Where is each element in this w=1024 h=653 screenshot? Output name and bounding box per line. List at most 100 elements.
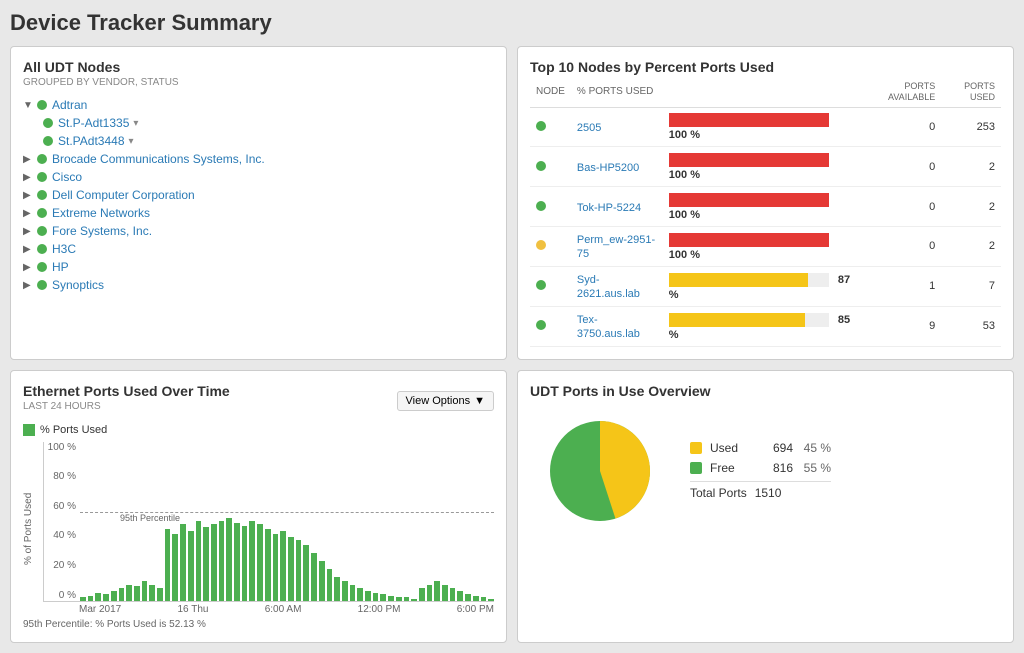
status-cell: [530, 107, 571, 147]
tree-node-label[interactable]: Brocade Communications Systems, Inc.: [52, 152, 265, 166]
tree-node-label[interactable]: HP: [52, 260, 69, 274]
udt-ports-title: UDT Ports in Use Overview: [530, 383, 1001, 399]
view-options-button[interactable]: View Options ▼: [397, 391, 495, 411]
ports-used-cell: 53: [941, 306, 1001, 346]
bar: [111, 591, 117, 601]
y-axis-tick: 60 %: [53, 501, 76, 512]
ethernet-ports-card: Ethernet Ports Used Over Time LAST 24 HO…: [10, 370, 507, 643]
tree-node-label[interactable]: Synoptics: [52, 278, 104, 292]
pie-legend-dot-icon: [690, 462, 702, 474]
node-name-cell[interactable]: Tok-HP-5224: [571, 187, 663, 227]
col-available: PORTS AVAILABLE: [862, 77, 941, 107]
progress-bar-cell: 85 %: [663, 306, 862, 346]
tree-node-label[interactable]: Cisco: [52, 170, 82, 184]
pie-section: Used69445 %Free81655 %Total Ports1510: [530, 401, 1001, 541]
bar: [196, 521, 202, 601]
pct-label: 100 %: [669, 129, 700, 141]
progress-bar-cell: 87 %: [663, 266, 862, 306]
bar: [165, 529, 171, 601]
node-name-link[interactable]: Perm_ew-2951-75: [577, 234, 655, 260]
status-cell: [530, 306, 571, 346]
node-name-link[interactable]: Tex-3750.aus.lab: [577, 314, 640, 340]
tree-child-label[interactable]: St.P-Adt1335: [58, 116, 129, 130]
tree-node-label[interactable]: Extreme Networks: [52, 206, 150, 220]
pie-legend-pct: 45 %: [801, 441, 831, 455]
bar: [434, 581, 440, 600]
tree-arrow-icon: ▶: [23, 226, 37, 237]
table-row: Tok-HP-5224 100 %02: [530, 187, 1001, 227]
tree-node-label[interactable]: Adtran: [52, 98, 87, 112]
tree-node-label[interactable]: Dell Computer Corporation: [52, 188, 195, 202]
legend-box-icon: [23, 424, 35, 436]
node-name-link[interactable]: 2505: [577, 122, 601, 134]
table-row: 2505 100 %0253: [530, 107, 1001, 147]
ports-available-cell: 0: [862, 187, 941, 227]
table-row: Perm_ew-2951-75 100 %02: [530, 227, 1001, 267]
tree-node-3[interactable]: ▶Dell Computer Corporation: [23, 186, 494, 204]
node-name-cell[interactable]: Bas-HP5200: [571, 147, 663, 187]
bar: [303, 545, 309, 601]
node-name-cell[interactable]: Tex-3750.aus.lab: [571, 306, 663, 346]
top10-nodes-card: Top 10 Nodes by Percent Ports Used NODE …: [517, 46, 1014, 360]
bar: [473, 596, 479, 601]
node-name-link[interactable]: Tok-HP-5224: [577, 202, 641, 214]
bar: [219, 521, 225, 601]
node-name-cell[interactable]: Syd-2621.aus.lab: [571, 266, 663, 306]
ports-used-cell: 2: [941, 187, 1001, 227]
node-name-cell[interactable]: Perm_ew-2951-75: [571, 227, 663, 267]
view-options-label: View Options: [406, 395, 471, 407]
bar: [365, 591, 371, 601]
tree-node-4[interactable]: ▶Extreme Networks: [23, 204, 494, 222]
tree-node-2[interactable]: ▶ Cisco: [23, 168, 494, 186]
tree-child-1[interactable]: St.PAdt3448 ▾: [43, 132, 494, 150]
progress-bar-fill: [669, 233, 829, 247]
progress-bar-fill: [669, 273, 808, 287]
pie-legend-value: 694: [753, 441, 793, 455]
tree-node-5[interactable]: ▶ Fore Systems, Inc.: [23, 222, 494, 240]
progress-bar-container: [669, 153, 829, 167]
pie-legend-label: Free: [710, 461, 745, 475]
progress-bar-cell: 100 %: [663, 187, 862, 227]
bar: [257, 524, 263, 600]
pie-legend-pct: 55 %: [801, 461, 831, 475]
bar: [126, 585, 132, 601]
tree-node-6[interactable]: ▶H3C: [23, 240, 494, 258]
pct-label: 100 %: [669, 169, 700, 181]
bar: [142, 581, 148, 600]
tree-node-label[interactable]: Fore Systems, Inc.: [52, 224, 152, 238]
node-name-link[interactable]: Syd-2621.aus.lab: [577, 274, 640, 300]
status-dot-icon: [536, 280, 546, 290]
node-name-cell[interactable]: 2505: [571, 107, 663, 147]
tree-node-8[interactable]: ▶ Synoptics: [23, 276, 494, 294]
bar: [157, 588, 163, 601]
bar: [396, 597, 402, 600]
tree-child-label[interactable]: St.PAdt3448: [58, 134, 125, 148]
pie-legend-value: 816: [753, 461, 793, 475]
percentile-line: 95th Percentile: [80, 512, 494, 513]
pie-total-label: Total Ports: [690, 486, 747, 500]
top10-title: Top 10 Nodes by Percent Ports Used: [530, 59, 1001, 75]
bar: [273, 534, 279, 601]
tree-node-0[interactable]: ▼Adtran: [23, 96, 494, 114]
progress-bar-container: [669, 233, 829, 247]
udt-nodes-card: All UDT Nodes GROUPED BY VENDOR, STATUS …: [10, 46, 507, 360]
pie-chart: [540, 411, 660, 531]
status-dot-icon: [536, 121, 546, 131]
node-name-link[interactable]: Bas-HP5200: [577, 162, 639, 174]
tree-arrow-icon: ▶: [23, 262, 37, 273]
tree-child-0[interactable]: St.P-Adt1335 ▾: [43, 114, 494, 132]
ethernet-title: Ethernet Ports Used Over Time: [23, 383, 230, 399]
ports-available-cell: 0: [862, 147, 941, 187]
pie-total-row: Total Ports1510: [690, 481, 831, 500]
bar: [188, 531, 194, 601]
dropdown-arrow-icon: ▾: [133, 118, 138, 129]
bar: [450, 588, 456, 601]
status-dot-icon: [37, 280, 47, 290]
tree-node-7[interactable]: ▶ HP: [23, 258, 494, 276]
tree-arrow-icon: ▶: [23, 172, 37, 183]
tree-node-1[interactable]: ▶Brocade Communications Systems, Inc.: [23, 150, 494, 168]
tree-node-label[interactable]: H3C: [52, 242, 76, 256]
x-axis-tick: 6:00 AM: [265, 604, 302, 615]
tree-arrow-icon: ▶: [23, 280, 37, 291]
bar: [265, 529, 271, 601]
